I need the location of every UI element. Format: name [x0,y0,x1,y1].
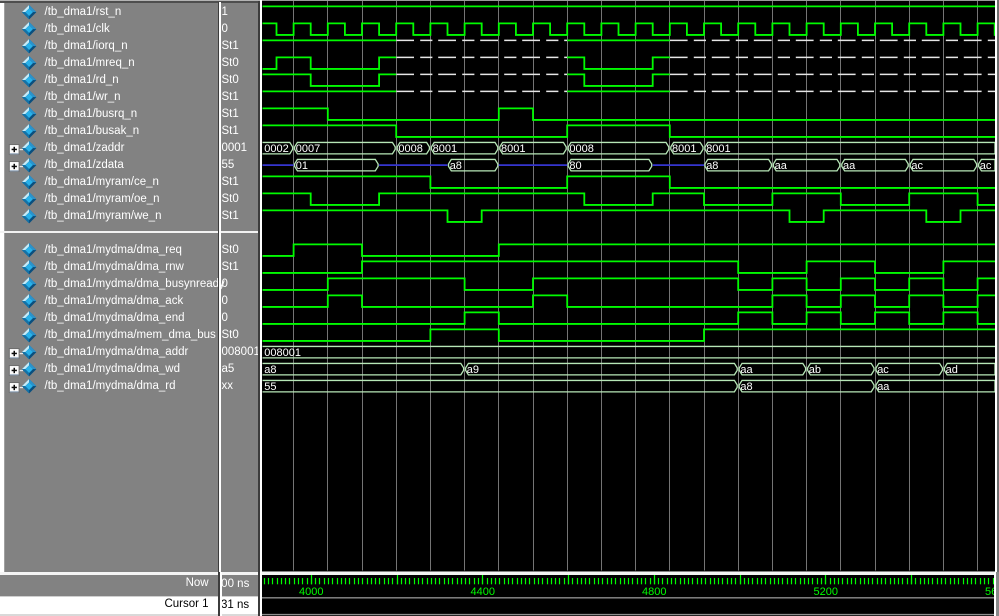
svg-text:a8: a8 [706,160,718,172]
svg-text:ad: ad [945,364,957,376]
svg-text:8001: 8001 [501,143,525,155]
svg-text:4400: 4400 [470,586,494,598]
svg-text:a9: a9 [466,364,478,376]
svg-text:0002: 0002 [264,143,288,155]
svg-text:01: 01 [295,160,307,172]
svg-text:ac: ac [979,160,991,172]
svg-text:aa: aa [843,160,856,172]
svg-text:5600: 5600 [985,586,995,598]
svg-text:aa: aa [774,160,787,172]
svg-text:0008: 0008 [569,143,593,155]
svg-text:a8: a8 [449,160,461,172]
svg-text:ac: ac [877,364,889,376]
svg-text:0007: 0007 [295,143,319,155]
svg-text:8001: 8001 [432,143,456,155]
svg-text:8001: 8001 [672,143,696,155]
svg-text:a8: a8 [740,381,752,393]
svg-text:4000: 4000 [299,586,323,598]
svg-text:55: 55 [264,381,276,393]
svg-text:a8: a8 [264,364,276,376]
svg-text:4800: 4800 [642,586,666,598]
svg-text:0008: 0008 [398,143,422,155]
svg-text:008001: 008001 [264,347,301,359]
svg-text:8001: 8001 [706,143,730,155]
svg-text:5200: 5200 [813,586,837,598]
svg-text:ac: ac [911,160,923,172]
svg-text:aa: aa [740,364,753,376]
svg-text:ab: ab [808,364,820,376]
svg-text:aa: aa [877,381,890,393]
svg-text:80: 80 [569,160,581,172]
